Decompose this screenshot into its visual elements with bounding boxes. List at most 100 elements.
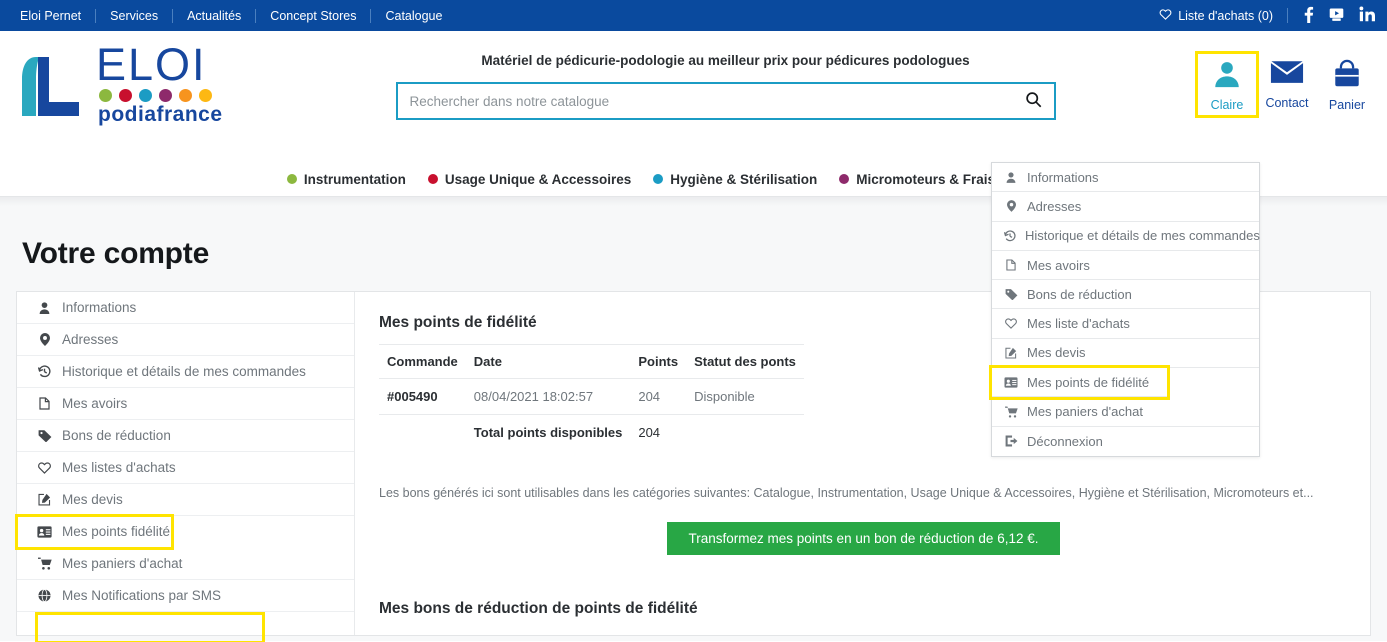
globe-icon (37, 589, 52, 602)
sidebar-label: Informations (62, 300, 137, 315)
dropdown-item-historique[interactable]: Historique et détails de mes commandes (992, 222, 1260, 251)
dropdown-item-listes-achats[interactable]: Mes liste d'achats (992, 309, 1259, 339)
dropdown-label: Mes devis (1027, 345, 1086, 361)
sidebar-item-historique[interactable]: Historique et détails de mes commandes (17, 356, 354, 388)
logout-icon (1004, 435, 1018, 447)
dropdown-item-bons-de-reduction[interactable]: Bons de réduction (992, 280, 1259, 310)
category-instrumentation[interactable]: Instrumentation (286, 171, 406, 187)
dropdown-item-deconnexion[interactable]: Déconnexion (992, 427, 1259, 456)
table-row: #005490 08/04/2021 18:02:57 204 Disponib… (379, 378, 804, 415)
search-input[interactable] (397, 84, 1014, 118)
cart-icon (37, 557, 52, 570)
table-foot: Total points disponibles 204 (379, 415, 804, 451)
dropdown-label: Mes paniers d'achat (1027, 404, 1143, 420)
logo[interactable]: ELOI podiafrance (0, 31, 260, 126)
column-header-points: Points (630, 344, 687, 379)
category-label: Instrumentation (303, 171, 406, 187)
loyalty-points-table: Commande Date Points Statut des ponts #0… (379, 344, 804, 450)
total-points: 204 (638, 425, 661, 440)
sidebar-item-paniers-achat[interactable]: Mes paniers d'achat (17, 548, 354, 580)
cart-icon (1004, 406, 1018, 418)
heart-icon (1159, 8, 1172, 23)
top-nav-item-actualites[interactable]: Actualités (173, 8, 257, 23)
sidebar-label: Mes avoirs (62, 396, 128, 411)
dropdown-item-mes-devis[interactable]: Mes devis (992, 339, 1259, 369)
top-nav-item-catalogue[interactable]: Catalogue (371, 9, 456, 23)
sidebar-item-mes-devis[interactable]: Mes devis (17, 484, 354, 516)
contact-button[interactable]: Contact (1257, 53, 1317, 116)
cell-date: 08/04/2021 18:02:57 (465, 378, 631, 415)
person-icon (37, 301, 52, 314)
sidebar-item-informations[interactable]: Informations (17, 292, 354, 324)
category-hygiene-sterilisation[interactable]: Hygiène & Stérilisation (653, 172, 817, 187)
search-box (395, 82, 1056, 120)
dropdown-item-informations[interactable]: Informations (992, 163, 1259, 193)
total-empty (686, 415, 804, 451)
person-icon (1004, 171, 1018, 183)
dropdown-item-adresses[interactable]: Adresses (992, 192, 1259, 222)
map-pin-icon (1004, 200, 1018, 213)
category-dot-icon (839, 174, 850, 184)
sidebar-item-notifications-sms[interactable]: Mes Notifications par SMS (17, 580, 354, 612)
search-icon (1025, 91, 1042, 111)
top-nav: Eloi Pernet Services Actualités Concept … (16, 8, 456, 23)
sidebar-label: Historique et détails de mes commandes (62, 364, 306, 379)
sidebar-label: Mes listes d'achats (62, 460, 176, 475)
sidebar-label: Adresses (62, 332, 119, 347)
categories-note: Les bons générés ici sont utilisables da… (379, 486, 1314, 500)
category-micromoteurs-fraises[interactable]: Micromoteurs & Fraises (839, 172, 1010, 187)
dropdown-item-mes-avoirs[interactable]: Mes avoirs (992, 251, 1259, 281)
sidebar-label: Mes devis (62, 492, 123, 507)
account-button[interactable]: Claire (1195, 51, 1259, 118)
total-spacer (379, 415, 466, 451)
site-tagline: Matériel de pédicurie-podologie au meill… (481, 53, 970, 68)
linkedin-icon[interactable] (1359, 6, 1375, 25)
top-nav-item-eloi-pernet[interactable]: Eloi Pernet (16, 8, 97, 23)
dropdown-label: Mes avoirs (1027, 257, 1090, 273)
dropdown-item-points-fidelite[interactable]: Mes points de fidélité (989, 365, 1170, 401)
dropdown-item-paniers-achat[interactable]: Mes paniers d'achat (992, 397, 1259, 427)
contact-label: Contact (1265, 96, 1309, 110)
dropdown-label: Mes points de fidélité (1027, 374, 1150, 390)
dropdown-label: Mes liste d'achats (1027, 316, 1130, 332)
wishlist-link[interactable]: Liste d'achats (0) (1159, 8, 1288, 23)
cell-points: 204 (630, 378, 687, 415)
account-dropdown-menu: Informations Adresses Historique et déta… (989, 162, 1260, 457)
top-nav-item-services[interactable]: Services (96, 8, 174, 23)
edit-icon (1004, 347, 1018, 359)
top-nav-item-concept-stores[interactable]: Concept Stores (256, 8, 372, 23)
cell-statut: Disponible (686, 378, 804, 415)
sidebar-item-points-fidelite[interactable]: Mes points fidélité (15, 514, 174, 550)
map-pin-icon (37, 333, 52, 346)
envelope-icon (1270, 59, 1304, 92)
transform-points-button[interactable]: Transformez mes points en un bon de rédu… (666, 522, 1061, 555)
table-head: Commande Date Points Statut des ponts (379, 344, 804, 379)
top-bar-right: Liste d'achats (0) (1159, 5, 1375, 26)
dropdown-label: Déconnexion (1027, 433, 1103, 449)
tag-icon (37, 429, 52, 442)
youtube-icon[interactable] (1328, 6, 1345, 26)
category-dot-icon (653, 174, 664, 184)
table-body: #005490 08/04/2021 18:02:57 204 Disponib… (379, 378, 804, 415)
sidebar-item-adresses[interactable]: Adresses (17, 324, 354, 356)
search-button[interactable] (1014, 84, 1054, 118)
header-center: Matériel de pédicurie-podologie au meill… (260, 31, 1191, 120)
cell-commande[interactable]: #005490 (379, 378, 466, 415)
sidebar-item-bons-de-reduction[interactable]: Bons de réduction (17, 420, 354, 452)
column-header-date: Date (465, 344, 631, 379)
category-usage-unique[interactable]: Usage Unique & Accessoires (427, 172, 631, 187)
sidebar-item-listes-achats[interactable]: Mes listes d'achats (17, 452, 354, 484)
tag-icon (1004, 288, 1018, 301)
file-icon (37, 397, 52, 410)
social-links (1288, 5, 1375, 26)
history-icon (1004, 230, 1016, 242)
edit-icon (37, 493, 52, 506)
sidebar-item-mes-avoirs[interactable]: Mes avoirs (17, 388, 354, 420)
dropdown-label: Adresses (1027, 198, 1082, 214)
cart-button[interactable]: Panier (1317, 53, 1377, 116)
top-utility-bar: Eloi Pernet Services Actualités Concept … (0, 0, 1387, 31)
logo-mark-icon (22, 56, 79, 116)
dropdown-label: Bons de réduction (1027, 286, 1132, 302)
account-label: Claire (1210, 98, 1244, 112)
facebook-icon[interactable] (1304, 5, 1314, 26)
